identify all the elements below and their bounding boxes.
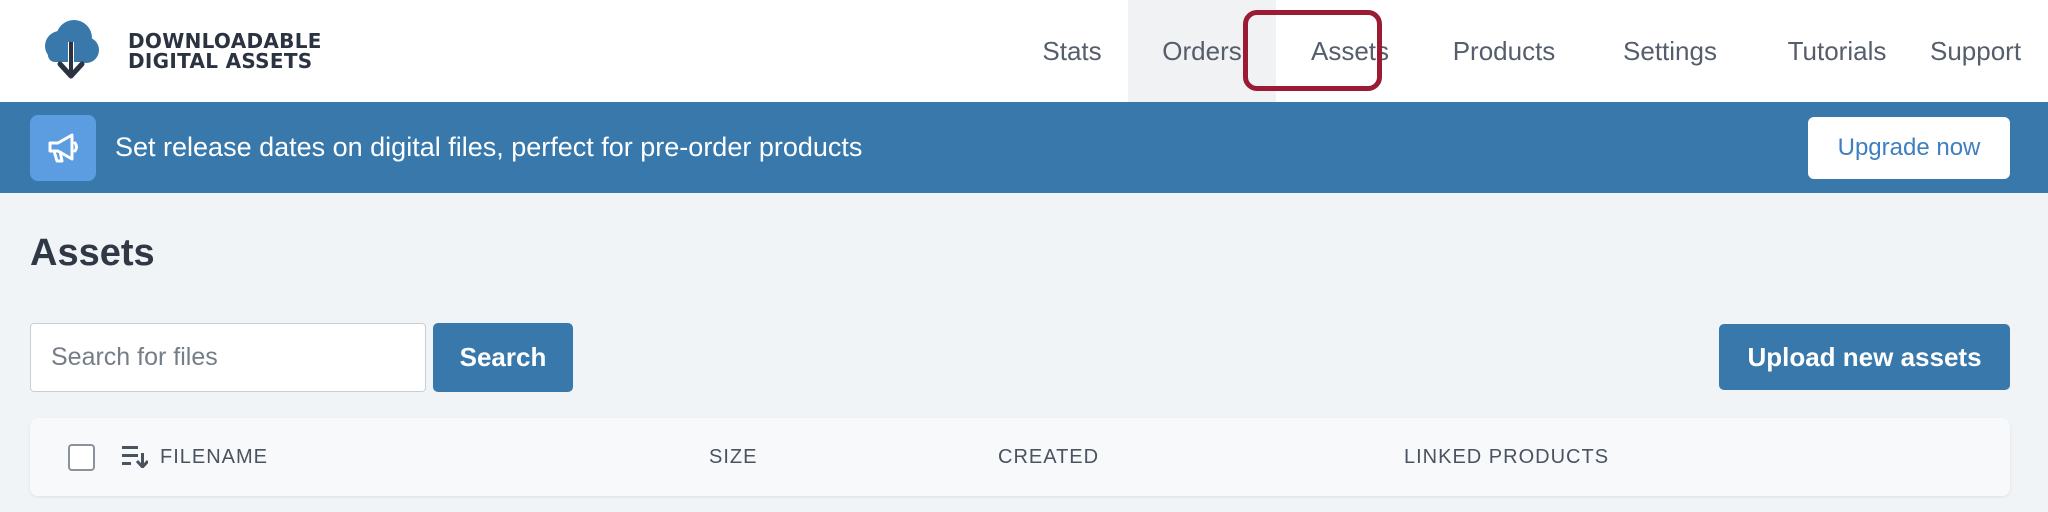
column-filename[interactable]: FILENAME	[160, 418, 268, 496]
nav-stats[interactable]: Stats	[1016, 0, 1128, 102]
cloud-download-icon	[45, 20, 99, 79]
upgrade-now-button[interactable]: Upgrade now	[1808, 117, 2010, 179]
megaphone-icon	[30, 115, 96, 181]
main-nav: Stats Orders Assets Products Settings Tu…	[1016, 0, 2048, 102]
search-button[interactable]: Search	[433, 323, 573, 392]
column-created: CREATED	[998, 445, 1100, 468]
nav-assets[interactable]: Assets	[1276, 0, 1424, 102]
nav-products[interactable]: Products	[1424, 0, 1584, 102]
assets-table-header: FILENAME SIZE CREATED LINKED PRODUCTS	[30, 418, 2010, 496]
banner-message: Set release dates on digital files, perf…	[115, 132, 863, 162]
brand-name: DOWNLOADABLE DIGITAL ASSETS	[128, 31, 322, 71]
page-title: Assets	[30, 232, 155, 274]
promo-banner: Set release dates on digital files, perf…	[0, 102, 2048, 193]
nav-support[interactable]: Support	[1918, 0, 2048, 102]
top-header: DOWNLOADABLE DIGITAL ASSETS Stats Orders…	[0, 0, 2048, 102]
nav-orders[interactable]: Orders	[1128, 0, 1276, 102]
brand-name-line2: DIGITAL ASSETS	[128, 49, 313, 73]
brand-name-line1: DOWNLOADABLE	[128, 29, 322, 53]
column-linked-products: LINKED PRODUCTS	[1404, 445, 1610, 468]
nav-settings[interactable]: Settings	[1584, 0, 1756, 102]
select-all-checkbox[interactable]	[68, 444, 95, 471]
brand-logo[interactable]: DOWNLOADABLE DIGITAL ASSETS	[40, 18, 322, 84]
search-input[interactable]	[30, 323, 426, 392]
upload-new-assets-button[interactable]: Upload new assets	[1719, 324, 2010, 390]
column-size: SIZE	[709, 445, 758, 468]
sort-icon[interactable]	[122, 444, 148, 468]
nav-tutorials[interactable]: Tutorials	[1756, 0, 1918, 102]
